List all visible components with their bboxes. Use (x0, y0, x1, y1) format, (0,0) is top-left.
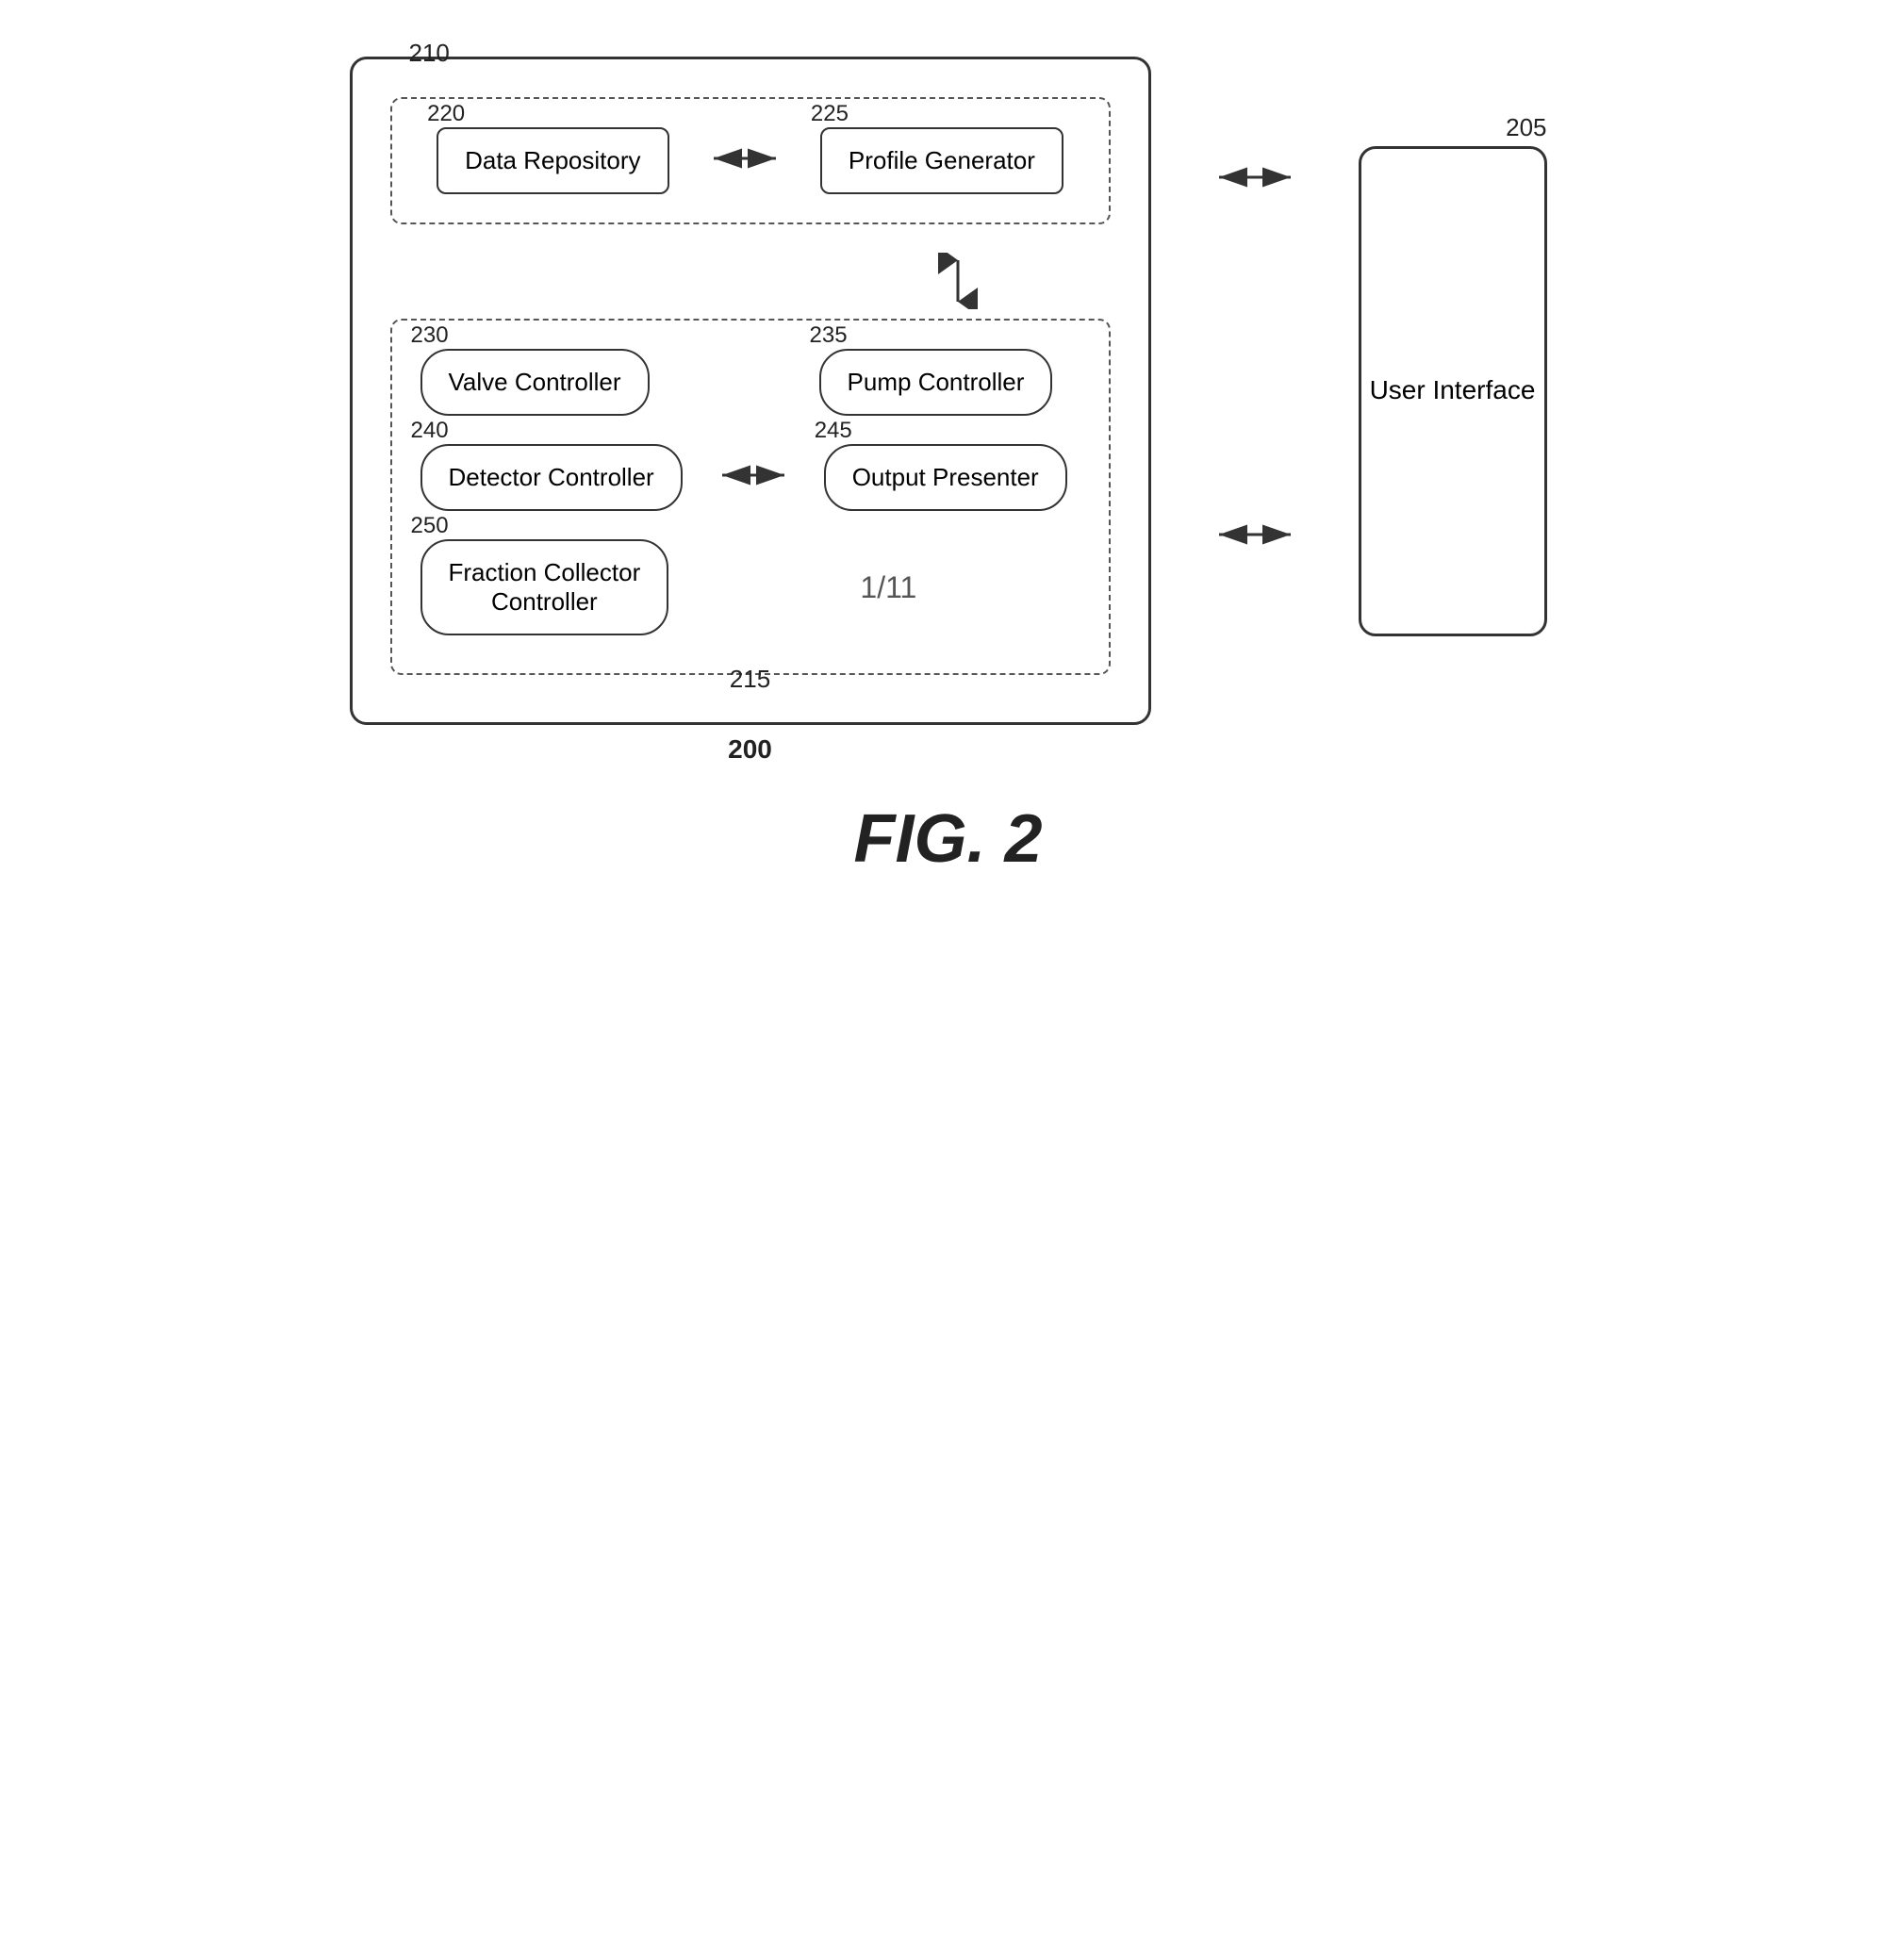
detector-controller-label: Detector Controller (449, 463, 654, 491)
output-presenter-box: Output Presenter (824, 444, 1067, 511)
output-presenter-wrapper: 245 Output Presenter (824, 444, 1067, 511)
ref-220-label: 220 (427, 101, 465, 127)
data-repository-wrapper: 220 Data Repository (437, 127, 668, 194)
fraction-collector-wrapper: 250 Fraction Collector Controller (420, 539, 669, 635)
pump-controller-label: Pump Controller (848, 368, 1025, 396)
user-interface-box: User Interface (1359, 146, 1547, 636)
ref-245-label: 245 (815, 418, 852, 444)
vert-arrow-top-bottom (805, 253, 1111, 309)
diagram-container: 210 220 Data Repository (350, 57, 1547, 725)
h-connector-area (1208, 146, 1302, 636)
row-fraction-page: 250 Fraction Collector Controller 1/11 (420, 539, 1080, 635)
fraction-collector-box: Fraction Collector Controller (420, 539, 669, 635)
outer-box-200: 210 220 Data Repository (350, 57, 1151, 725)
ref-225-label: 225 (811, 101, 849, 127)
data-repository-box: Data Repository (437, 127, 668, 194)
page-label: 1/11 (860, 570, 916, 604)
inner-top-box-210: 220 Data Repository (390, 97, 1111, 224)
profile-generator-wrapper: 225 Profile Generator (820, 127, 1063, 194)
valve-controller-box: Valve Controller (420, 349, 650, 416)
detector-controller-box: Detector Controller (420, 444, 683, 511)
detector-controller-wrapper: 240 Detector Controller (420, 444, 683, 511)
pump-controller-wrapper: 235 Pump Controller (819, 349, 1053, 416)
ref-200-label: 200 (728, 734, 772, 765)
profile-generator-label: Profile Generator (849, 146, 1035, 174)
figure-caption-text: FIG. 2 (853, 801, 1042, 877)
ref-240-label: 240 (411, 418, 449, 444)
ref-250-label: 250 (411, 513, 449, 539)
arrow-detector-output (711, 458, 796, 497)
data-repository-label: Data Repository (465, 146, 640, 174)
ui-section: 205 User Interface (1359, 146, 1547, 636)
ref-205-label: 205 (1506, 113, 1546, 142)
row-valve-pump: 230 Valve Controller 235 Pump Controller (420, 349, 1080, 416)
row-detector-output: 240 Detector Controller (420, 444, 1080, 511)
arrow-profile-to-ui (1208, 156, 1302, 204)
ref-215-label: 215 (730, 665, 770, 694)
arrow-repo-to-profile (702, 141, 787, 180)
ref-230-label: 230 (411, 322, 449, 349)
user-interface-label: User Interface (1370, 373, 1536, 407)
arrow-output-to-ui (1208, 513, 1302, 561)
pump-controller-box: Pump Controller (819, 349, 1053, 416)
fraction-collector-label: Fraction Collector Controller (449, 558, 641, 616)
valve-controller-label: Valve Controller (449, 368, 621, 396)
output-presenter-label: Output Presenter (852, 463, 1039, 491)
valve-controller-wrapper: 230 Valve Controller (420, 349, 650, 416)
ref-210-label: 210 (409, 39, 450, 68)
ref-235-label: 235 (810, 322, 848, 349)
profile-generator-box: Profile Generator (820, 127, 1063, 194)
figure-caption: FIG. 2 (853, 800, 1042, 878)
inner-bottom-box-215: 230 Valve Controller 235 Pump Controller… (390, 319, 1111, 675)
